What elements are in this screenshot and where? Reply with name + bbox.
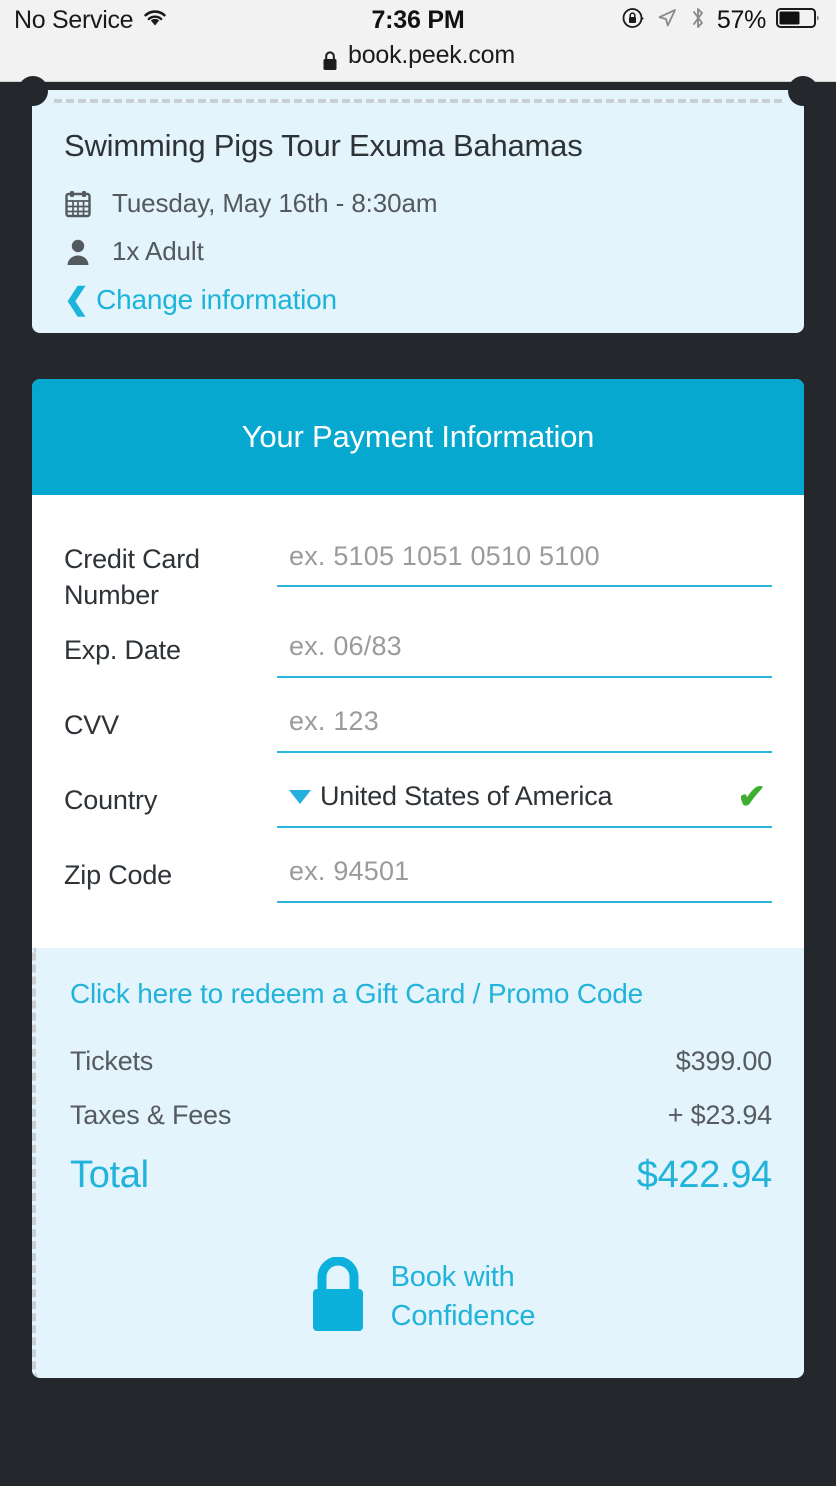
cvv-input[interactable]: ex. 123 <box>277 689 772 753</box>
summary-row-tickets: Tickets $399.00 <box>70 1046 772 1077</box>
total-label: Total <box>70 1153 149 1196</box>
tickets-value: $399.00 <box>675 1045 772 1076</box>
tour-date-text: Tuesday, May 16th - 8:30am <box>112 188 438 218</box>
label-country: Country <box>64 784 158 815</box>
ticket-notch-left <box>18 76 48 106</box>
lock-icon <box>321 41 339 79</box>
payment-form: Credit Card Number ex. 5105 1051 0510 51… <box>32 495 804 948</box>
status-bar-left: No Service <box>14 6 418 35</box>
change-information-link[interactable]: ❮ Change information <box>64 284 772 316</box>
confidence-line-1: Book with <box>390 1261 515 1294</box>
tickets-label: Tickets <box>70 1045 154 1076</box>
ticket-perforation <box>54 99 782 103</box>
page-content: Swimming Pigs Tour Exuma Bahamas Tuesday… <box>0 76 836 1486</box>
field-row-exp-date: Exp. Date ex. 06/83 <box>64 614 772 689</box>
wifi-icon <box>142 8 168 33</box>
exp-date-input[interactable]: ex. 06/83 <box>277 614 772 678</box>
battery-percent-label: 57% <box>716 5 766 34</box>
label-zip-code: Zip Code <box>64 859 172 890</box>
payment-card: Your Payment Information Credit Card Num… <box>32 379 804 1378</box>
exp-date-placeholder: ex. 06/83 <box>289 631 402 662</box>
summary-row-taxes-fees: Taxes & Fees + $23.94 <box>70 1100 772 1131</box>
credit-card-number-placeholder: ex. 5105 1051 0510 5100 <box>289 540 600 571</box>
chevron-left-icon: ❮ <box>64 283 90 316</box>
carrier-label: No Service <box>14 5 134 34</box>
padlock-icon <box>307 1256 369 1338</box>
taxes-fees-label: Taxes & Fees <box>70 1099 232 1130</box>
url-text: book.peek.com <box>348 41 515 69</box>
zip-code-input[interactable]: ex. 94501 <box>277 839 772 903</box>
bluetooth-icon <box>689 5 707 36</box>
summary-row-total: Total $422.94 <box>70 1154 772 1197</box>
country-selected-value: United States of America <box>320 781 613 812</box>
chevron-down-icon <box>289 789 311 804</box>
checkmark-icon: ✔ <box>737 777 767 816</box>
payment-header-title: Your Payment Information <box>241 419 595 454</box>
change-information-label: Change information <box>96 284 337 315</box>
field-row-zip-code: Zip Code ex. 94501 <box>64 839 772 914</box>
taxes-fees-value: + $23.94 <box>667 1099 772 1130</box>
ticket-notch-right <box>788 76 818 106</box>
redeem-gift-card-link[interactable]: Click here to redeem a Gift Card / Promo… <box>70 978 643 1010</box>
tour-title: Swimming Pigs Tour Exuma Bahamas <box>64 128 583 163</box>
order-summary: Click here to redeem a Gift Card / Promo… <box>32 947 804 1378</box>
label-credit-card-number: Credit Card Number <box>64 544 200 611</box>
zip-code-placeholder: ex. 94501 <box>289 856 410 887</box>
field-row-country: Country United States of America ✔ <box>64 764 772 839</box>
label-cvv: CVV <box>64 709 119 740</box>
person-icon <box>64 238 92 266</box>
status-bar-right: 57% <box>418 5 822 36</box>
tour-date-row: Tuesday, May 16th - 8:30am <box>64 188 772 219</box>
total-value: $422.94 <box>636 1153 773 1196</box>
location-arrow-icon <box>655 6 679 35</box>
ios-status-bar: No Service 7:36 PM 57% <box>0 0 836 40</box>
field-row-cvv: CVV ex. 123 <box>64 689 772 764</box>
browser-url-bar[interactable]: book.peek.com <box>0 40 836 82</box>
label-exp-date: Exp. Date <box>64 634 181 665</box>
tour-summary-card: Swimming Pigs Tour Exuma Bahamas Tuesday… <box>18 76 818 333</box>
country-select[interactable]: United States of America ✔ <box>277 764 772 828</box>
rotation-lock-icon <box>621 6 645 35</box>
book-with-confidence: Book with Confidence <box>70 1256 772 1338</box>
cvv-placeholder: ex. 123 <box>289 706 379 737</box>
payment-header: Your Payment Information <box>32 379 804 495</box>
battery-icon <box>776 6 822 35</box>
credit-card-number-input[interactable]: ex. 5105 1051 0510 5100 <box>277 523 772 587</box>
calendar-icon <box>64 190 92 218</box>
tour-guests-text: 1x Adult <box>112 236 204 266</box>
confidence-line-2: Confidence <box>390 1300 536 1333</box>
field-row-credit-card-number: Credit Card Number ex. 5105 1051 0510 51… <box>64 523 772 614</box>
book-with-confidence-text: Book with Confidence <box>391 1258 536 1336</box>
tour-guests-row: 1x Adult <box>64 236 772 267</box>
